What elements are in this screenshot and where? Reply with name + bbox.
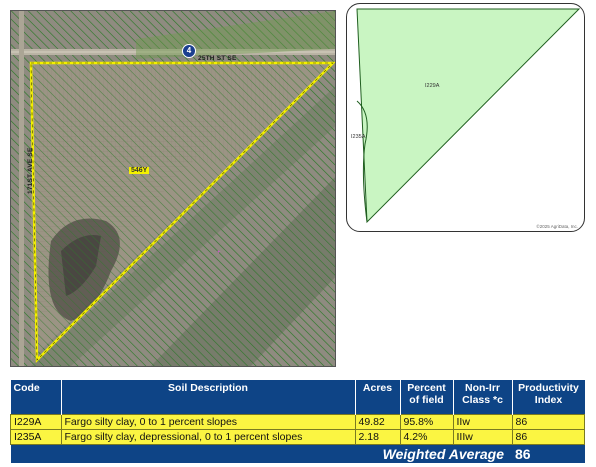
weighted-average-label: Weighted Average	[10, 444, 512, 463]
soil-inset-map[interactable]: I229A I235A ©2025 AgriData, Inc.	[346, 3, 585, 232]
soil-unit-label-main: I229A	[425, 83, 440, 89]
col-header-class: Non-Irr Class *c	[453, 380, 513, 415]
table-header-row: Code Soil Description Acres Percent of fi…	[10, 380, 585, 415]
weighted-average-value: 86	[512, 444, 585, 463]
cell-percent: 95.8%	[399, 414, 454, 430]
svg-text:+: +	[217, 250, 221, 256]
col-header-acres: Acres	[355, 380, 401, 415]
cell-code: I235A	[10, 429, 62, 445]
field-id-label: 546Y	[129, 167, 150, 174]
cell-description: Fargo silty clay, 0 to 1 percent slopes	[60, 414, 356, 430]
col-header-code: Code	[10, 380, 62, 415]
table-row: I229A Fargo silty clay, 0 to 1 percent s…	[10, 414, 585, 430]
map-copyright: ©2025 AgriData, Inc.	[536, 224, 578, 229]
cell-acres: 2.18	[354, 429, 401, 445]
weighted-average-row: Weighted Average 86	[10, 444, 585, 463]
cell-code: I229A	[10, 414, 62, 430]
aerial-image: +	[11, 11, 335, 366]
soil-polygons	[356, 8, 581, 224]
cell-class: IIIw	[452, 429, 513, 445]
soil-table: Code Soil Description Acres Percent of fi…	[10, 380, 585, 463]
soil-unit-label-edge: I235A	[351, 134, 366, 140]
road-label-west: 171ST AVE SE	[27, 147, 34, 194]
cell-acres: 49.82	[354, 414, 401, 430]
col-header-percent: Percent of field	[400, 380, 454, 415]
cell-percent: 4.2%	[399, 429, 454, 445]
highway-shield-icon: 4	[182, 44, 196, 58]
table-row: I235A Fargo silty clay, depressional, 0 …	[10, 429, 585, 445]
col-header-description: Soil Description	[61, 380, 356, 415]
cell-class: IIw	[452, 414, 513, 430]
cell-index: 86	[511, 429, 585, 445]
cell-index: 86	[511, 414, 585, 430]
col-header-index: Productivity Index	[512, 380, 585, 415]
cell-description: Fargo silty clay, depressional, 0 to 1 p…	[60, 429, 356, 445]
road-label-north: 25TH ST SE	[198, 55, 237, 62]
aerial-map[interactable]: + 4 25TH ST SE 171ST AVE SE 546Y	[10, 10, 336, 367]
